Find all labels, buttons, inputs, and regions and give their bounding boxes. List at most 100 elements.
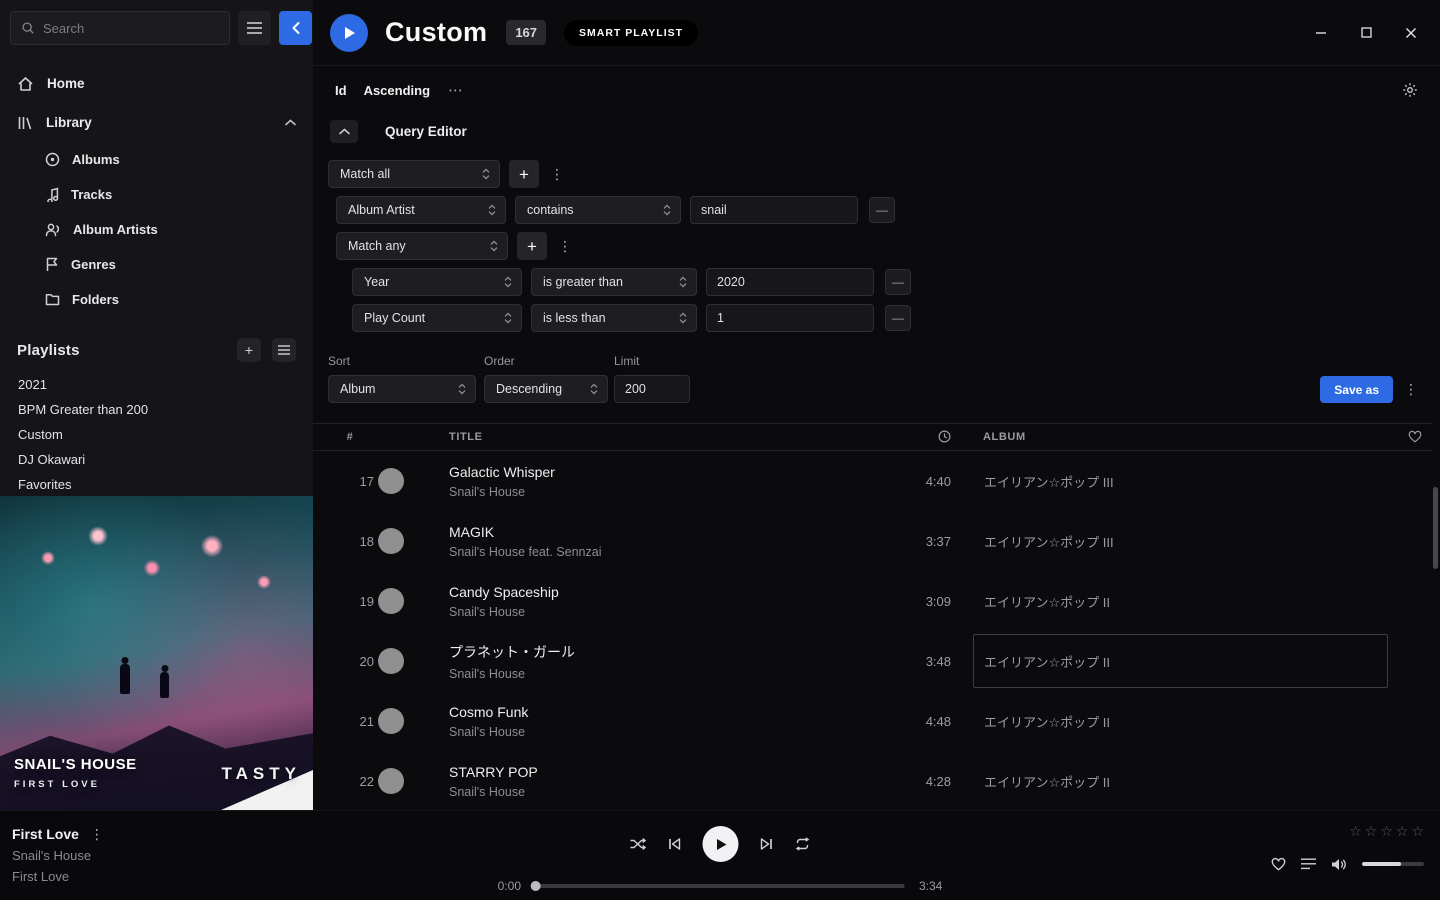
rule-operator-dropdown[interactable]: is less than [531, 304, 697, 332]
playlist-item[interactable]: 2021 [0, 372, 313, 397]
back-button[interactable] [279, 11, 312, 45]
library-icon [17, 115, 33, 131]
sidebar-item-genres[interactable]: Genres [0, 247, 313, 282]
sidebar-item-label: Library [46, 115, 92, 130]
root-match-dropdown[interactable]: Match all [328, 160, 500, 188]
star-icon[interactable]: ☆ [1380, 823, 1393, 840]
track-number: 20 [326, 654, 374, 669]
table-row[interactable]: 21 Cosmo Funk Snail's House 4:48 エイリアン☆ポ… [313, 691, 1432, 751]
column-header-number[interactable]: # [326, 431, 374, 443]
seek-bar[interactable] [535, 884, 905, 888]
table-row[interactable]: 20 プラネット・ガール Snail's House 3:48 エイリアン☆ポッ… [313, 631, 1432, 691]
sidebar-item-home[interactable]: Home [0, 64, 313, 103]
add-group-rule-button[interactable]: + [517, 232, 547, 260]
table-row[interactable]: 17 Galactic Whisper Snail's House 4:40 エ… [313, 451, 1432, 511]
sub-item-label: Tracks [71, 187, 112, 202]
queue-button[interactable] [1301, 858, 1316, 870]
column-header-favorite[interactable] [1388, 430, 1422, 444]
track-album[interactable]: エイリアン☆ポップ II [973, 634, 1388, 688]
playlist-list-view-button[interactable] [272, 338, 296, 362]
maximize-button[interactable] [1359, 26, 1373, 40]
rule-field-dropdown[interactable]: Album Artist [336, 196, 506, 224]
sort-more-button[interactable]: ⋯ [448, 81, 464, 99]
sidebar-item-albums[interactable]: Albums [0, 142, 313, 177]
sort-direction-button[interactable]: Ascending [364, 83, 430, 98]
page-title: Custom [385, 17, 487, 48]
limit-input[interactable] [614, 375, 690, 403]
table-row[interactable]: 18 MAGIK Snail's House feat. Sennzai 3:3… [313, 511, 1432, 571]
rule-field-dropdown[interactable]: Play Count [352, 304, 522, 332]
playlist-item[interactable]: Custom [0, 422, 313, 447]
track-number: 17 [326, 474, 374, 489]
play-playlist-button[interactable] [330, 14, 368, 52]
sort-field-button[interactable]: Id [335, 83, 347, 98]
limit-label: Limit [614, 354, 690, 368]
next-track-button[interactable] [760, 837, 774, 851]
rule-value-input[interactable] [690, 196, 858, 224]
track-album[interactable]: エイリアン☆ポップ III [973, 454, 1388, 508]
playlist-item[interactable]: BPM Greater than 200 [0, 397, 313, 422]
playlist-item-label: Favorites [18, 477, 71, 492]
add-playlist-button[interactable]: + [237, 338, 261, 362]
table-row[interactable]: 22 STARRY POP Snail's House 4:28 エイリアン☆ポ… [313, 751, 1432, 810]
track-album[interactable]: エイリアン☆ポップ II [973, 694, 1388, 748]
group-match-dropdown[interactable]: Match any [336, 232, 508, 260]
track-number: 19 [326, 594, 374, 609]
dropdown-arrows-icon [663, 204, 671, 216]
remove-rule-button[interactable]: — [869, 197, 895, 223]
remove-rule-button[interactable]: — [885, 305, 911, 331]
volume-slider[interactable] [1362, 862, 1424, 866]
column-header-album[interactable]: ALBUM [973, 431, 1388, 443]
save-as-button[interactable]: Save as [1320, 376, 1393, 403]
now-playing-menu-button[interactable]: ⋮ [91, 826, 103, 842]
search-box[interactable] [10, 11, 230, 45]
track-album[interactable]: エイリアン☆ポップ II [973, 574, 1388, 628]
table-row[interactable]: 19 Candy Spaceship Snail's House 3:09 エイ… [313, 571, 1432, 631]
seek-handle[interactable] [531, 881, 541, 891]
column-header-title[interactable]: TITLE [449, 431, 895, 443]
sidebar-item-library[interactable]: Library [0, 103, 313, 142]
sidebar-item-album-artists[interactable]: Album Artists [0, 212, 313, 247]
track-artist: Snail's House feat. Sennzai [449, 545, 895, 559]
rule-value-input[interactable] [706, 268, 874, 296]
search-input[interactable] [43, 21, 219, 36]
track-album[interactable]: エイリアン☆ポップ III [973, 514, 1388, 568]
star-icon[interactable]: ☆ [1396, 823, 1409, 840]
previous-track-button[interactable] [668, 837, 682, 851]
star-icon[interactable]: ☆ [1349, 823, 1362, 840]
volume-icon[interactable] [1331, 858, 1347, 871]
rule-value-input[interactable] [706, 304, 874, 332]
playlist-item[interactable]: Favorites [0, 472, 313, 497]
group-menu-button[interactable]: ⋮ [556, 232, 574, 260]
track-album[interactable]: エイリアン☆ポップ II [973, 754, 1388, 808]
rule-operator-dropdown[interactable]: contains [515, 196, 681, 224]
sort-by-dropdown[interactable]: Album [328, 375, 476, 403]
music-note-icon [45, 187, 59, 202]
shuffle-button[interactable] [630, 837, 647, 851]
column-header-duration[interactable] [895, 430, 951, 444]
close-button[interactable] [1404, 26, 1418, 40]
settings-gear-button[interactable] [1402, 82, 1418, 98]
sidebar-item-folders[interactable]: Folders [0, 282, 313, 317]
sidebar-item-tracks[interactable]: Tracks [0, 177, 313, 212]
repeat-button[interactable] [795, 837, 811, 851]
play-pause-button[interactable] [703, 826, 739, 862]
save-menu-button[interactable]: ⋮ [1402, 375, 1420, 403]
star-icon[interactable]: ☆ [1411, 823, 1424, 840]
rule-operator-dropdown[interactable]: is greater than [531, 268, 697, 296]
star-icon[interactable]: ☆ [1365, 823, 1378, 840]
sidebar-item-label: Home [47, 76, 85, 91]
collapse-query-editor-button[interactable] [330, 120, 358, 143]
scrollbar-thumb[interactable] [1433, 487, 1438, 569]
remove-rule-button[interactable]: — [885, 269, 911, 295]
sub-item-label: Folders [72, 292, 119, 307]
rule-menu-button[interactable]: ⋮ [548, 160, 566, 188]
playlist-item[interactable]: DJ Okawari [0, 447, 313, 472]
hamburger-menu-button[interactable] [238, 11, 271, 45]
add-rule-button[interactable]: + [509, 160, 539, 188]
order-dropdown[interactable]: Descending [484, 375, 608, 403]
rule-field-dropdown[interactable]: Year [352, 268, 522, 296]
minimize-button[interactable] [1314, 26, 1328, 40]
favorite-heart-button[interactable] [1271, 857, 1286, 871]
query-rule-row: Play Count is less than — [352, 304, 1420, 332]
